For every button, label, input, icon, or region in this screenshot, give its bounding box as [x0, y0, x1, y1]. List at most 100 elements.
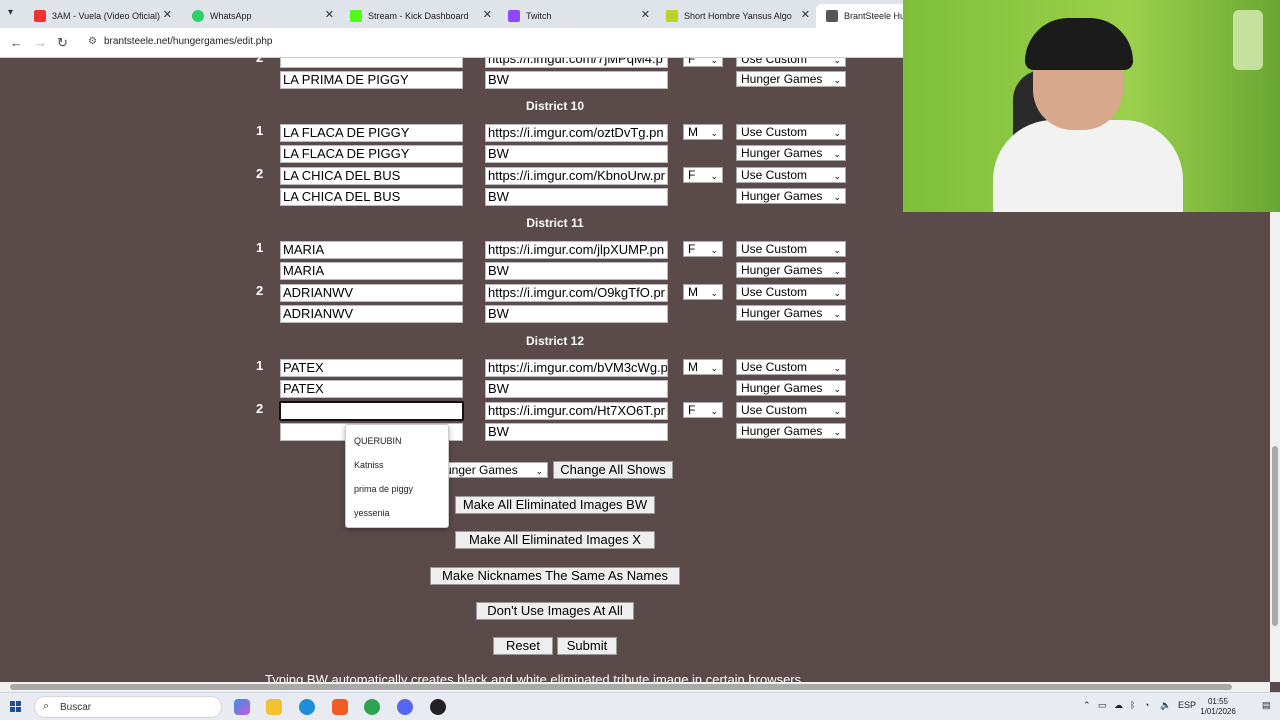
gender-select[interactable]: F ⌄ [683, 241, 723, 257]
eliminated-image-input[interactable]: BW [485, 423, 668, 441]
gender-select[interactable]: F ⌄ [683, 58, 723, 67]
eliminated-image-input[interactable]: BW [485, 145, 668, 163]
tribute-image-input[interactable]: https://i.imgur.com/bVM3cWg.p [485, 359, 668, 377]
edge-icon[interactable] [299, 699, 315, 715]
image-type-select[interactable]: Use Custom ⌄ [736, 167, 846, 183]
clock[interactable]: 01:55 1/01/2026 [1198, 697, 1238, 717]
close-icon[interactable]: ✕ [641, 8, 650, 21]
volume-icon[interactable]: 🔈 [1160, 700, 1171, 711]
cloud-icon[interactable]: ☁ [1114, 700, 1123, 711]
close-icon[interactable]: ✕ [801, 8, 810, 21]
copilot-icon[interactable] [234, 699, 250, 715]
battery-saver-icon[interactable]: ▭ [1098, 700, 1107, 711]
eliminated-image-input[interactable]: BW [485, 262, 668, 280]
show-select[interactable]: Hunger Games ⌄ [736, 188, 846, 204]
tribute-nickname-input[interactable]: LA FLACA DE PIGGY [280, 145, 463, 163]
gender-select[interactable]: M ⌄ [683, 284, 723, 300]
tribute-nickname-input[interactable]: PATEX [280, 380, 463, 398]
show-select[interactable]: Hunger Games ⌄ [736, 71, 846, 87]
close-icon[interactable]: ✕ [325, 8, 334, 21]
eliminated-image-input[interactable]: BW [485, 305, 668, 323]
tribute-name-input[interactable]: PATEX [280, 359, 463, 377]
tribute-name-input[interactable]: LA CHICA DEL BUS [280, 167, 463, 185]
wifi-icon[interactable]: ◔ [1144, 700, 1149, 710]
tribute-nickname-input[interactable]: MARIA [280, 262, 463, 280]
image-type-select[interactable]: Use Custom ⌄ [736, 58, 846, 67]
show-select[interactable]: Hunger Games ⌄ [736, 305, 846, 321]
tribute-image-input[interactable]: https://i.imgur.com/Ht7XO6T.pr [485, 402, 668, 420]
url-field[interactable]: brantsteele.net/hungergames/edit.php [104, 36, 272, 47]
image-type-select[interactable]: Use Custom ⌄ [736, 241, 846, 257]
gender-select[interactable]: F ⌄ [683, 167, 723, 183]
brantsteele-icon [826, 10, 838, 22]
scrollbar-thumb[interactable] [10, 684, 1232, 690]
tribute-image-input[interactable]: https://i.imgur.com/oztDvTg.pn [485, 124, 668, 142]
brave-icon[interactable] [332, 699, 348, 715]
make-eliminated-bw-button[interactable]: Make All Eliminated Images BW [455, 496, 655, 514]
tribute-image-input[interactable]: https://i.imgur.com/O9kgTfO.pr [485, 284, 668, 302]
change-all-shows-button[interactable]: Change All Shows [553, 461, 673, 479]
scrollbar-thumb[interactable] [1272, 446, 1278, 626]
show-select[interactable]: Hunger Games ⌄ [736, 262, 846, 278]
chrome-icon[interactable] [364, 699, 380, 715]
tab-whatsapp[interactable]: WhatsApp ✕ [182, 4, 340, 28]
tab-twitch[interactable]: Twitch ✕ [498, 4, 656, 28]
tribute-nickname-input[interactable]: LA PRIMA DE PIGGY [280, 71, 463, 89]
eliminated-image-input[interactable]: BW [485, 188, 668, 206]
obs-icon[interactable] [430, 699, 446, 715]
autocomplete-option[interactable]: prima de piggy [354, 484, 413, 494]
tab-youtube[interactable]: 3AM - Vuela (Video Oficial) | Ra ✕ [24, 4, 178, 28]
tribute-name-input[interactable]: LA FLACA DE PIGGY [280, 124, 463, 142]
submit-button[interactable]: Submit [557, 637, 617, 655]
show-select[interactable]: Hunger Games ⌄ [736, 380, 846, 396]
tribute-name-input[interactable] [280, 58, 463, 68]
forward-icon[interactable]: → [34, 35, 47, 50]
close-icon[interactable]: ✕ [483, 8, 492, 21]
webcam-person-hair [1025, 18, 1133, 70]
eliminated-image-input[interactable]: BW [485, 380, 668, 398]
language-indicator[interactable]: ESP [1178, 700, 1196, 710]
file-explorer-icon[interactable] [266, 699, 282, 715]
autocomplete-option[interactable]: Katniss [354, 460, 384, 470]
taskbar-search[interactable]: ⌕ Buscar [34, 696, 222, 718]
eliminated-image-input[interactable]: BW [485, 71, 668, 89]
tab-brantsteele[interactable]: BrantSteele Hung [816, 4, 906, 28]
show-select[interactable]: Hunger Games ⌄ [736, 423, 846, 439]
close-icon[interactable]: ✕ [163, 8, 172, 21]
make-nicknames-same-button[interactable]: Make Nicknames The Same As Names [430, 567, 680, 585]
chevron-up-icon[interactable]: ⌃ [1083, 700, 1091, 711]
autocomplete-option[interactable]: QUERUBIN [354, 436, 402, 446]
make-eliminated-x-button[interactable]: Make All Eliminated Images X [455, 531, 655, 549]
back-icon[interactable]: ← [10, 35, 23, 50]
reset-button[interactable]: Reset [493, 637, 553, 655]
tribute-name-input[interactable]: MARIA [280, 241, 463, 259]
windows-start-icon[interactable] [10, 701, 22, 713]
tribute-image-input[interactable]: https://i.imgur.com/7jMPqM4.p [485, 58, 668, 68]
image-type-select[interactable]: Use Custom ⌄ [736, 124, 846, 140]
tribute-image-input[interactable]: https://i.imgur.com/KbnoUrw.pr [485, 167, 668, 185]
site-info-icon[interactable]: ⚙ [88, 36, 97, 47]
image-type-select[interactable]: Use Custom ⌄ [736, 284, 846, 300]
gender-select[interactable]: M ⌄ [683, 359, 723, 375]
show-select[interactable]: Hunger Games ⌄ [736, 145, 846, 161]
discord-icon[interactable] [397, 699, 413, 715]
image-type-select[interactable]: Use Custom ⌄ [736, 402, 846, 418]
tribute-image-input[interactable]: https://i.imgur.com/jlpXUMP.pn [485, 241, 668, 259]
tribute-name-input-focused[interactable] [279, 401, 464, 421]
horizontal-scrollbar[interactable] [0, 682, 1270, 692]
tribute-name-input[interactable]: ADRIANWV [280, 284, 463, 302]
tribute-nickname-input[interactable]: ADRIANWV [280, 305, 463, 323]
tab-kick[interactable]: Stream - Kick Dashboard ✕ [340, 4, 498, 28]
reload-icon[interactable]: ↻ [57, 35, 68, 51]
notifications-icon[interactable]: ▤ [1262, 700, 1271, 711]
bluetooth-icon[interactable]: ᛒ [1130, 700, 1135, 710]
all-shows-select[interactable]: unger Games ⌄ [440, 462, 548, 478]
autocomplete-option[interactable]: yessenia [354, 508, 390, 518]
gender-select[interactable]: M ⌄ [683, 124, 723, 140]
tab-short[interactable]: Short Hombre Yansus Algodon ✕ [656, 4, 816, 28]
gender-select[interactable]: F ⌄ [683, 402, 723, 418]
tribute-nickname-input[interactable]: LA CHICA DEL BUS [280, 188, 463, 206]
dont-use-images-button[interactable]: Don't Use Images At All [476, 602, 634, 620]
image-type-select[interactable]: Use Custom ⌄ [736, 359, 846, 375]
tab-search-chevron-icon[interactable]: ▾ [8, 7, 22, 21]
